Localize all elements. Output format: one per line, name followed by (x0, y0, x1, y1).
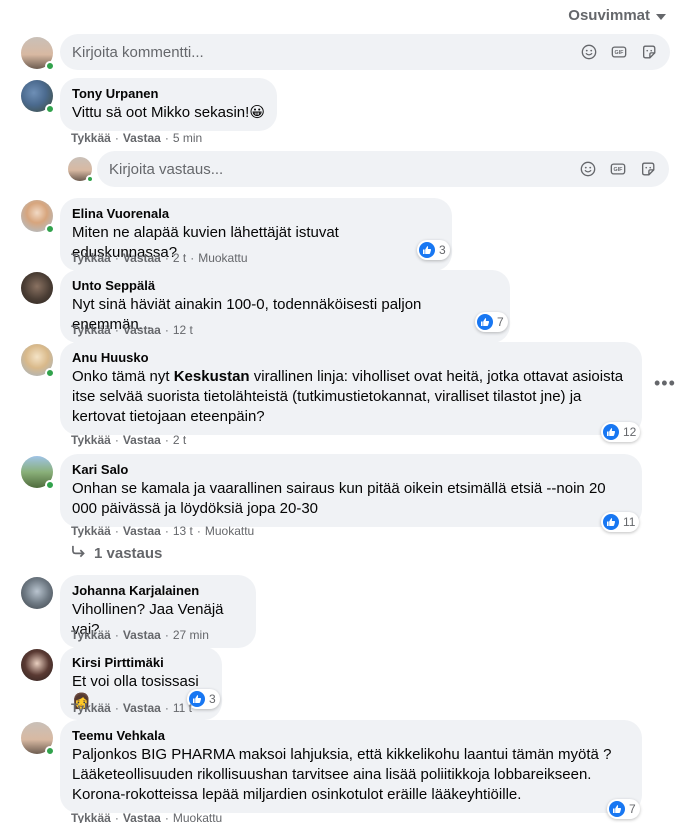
reaction-count[interactable]: 7 (475, 312, 508, 332)
reply-link[interactable]: Vastaa (123, 130, 161, 146)
comment-text: Vittu sä oot Mikko sekasin!😀 (72, 104, 265, 121)
timestamp[interactable]: 2 t (173, 432, 186, 448)
like-link[interactable]: Tykkää (71, 627, 111, 643)
view-replies-link[interactable]: 1 vastaus (71, 545, 162, 562)
comment-actions: Tykkää · Vastaa · 12 t (71, 322, 193, 338)
grin-emoji: 😀 (249, 104, 265, 121)
reaction-count[interactable]: 3 (417, 240, 450, 260)
reaction-count[interactable]: 7 (607, 799, 640, 819)
comment-text: Onhan se kamala ja vaarallinen sairaus k… (72, 480, 610, 517)
comment-actions: Tykkää · Vastaa · 13 t · Muokattu (71, 523, 255, 539)
comment-actions: Tykkää · Vastaa · Muokattu (71, 810, 222, 823)
avatar[interactable] (68, 157, 94, 183)
comment-actions: Tykkää · Vastaa · 2 t · Muokattu (71, 250, 248, 266)
avatar[interactable] (21, 577, 53, 609)
edited-label[interactable]: Muokattu (173, 810, 222, 823)
reply-link[interactable]: Vastaa (123, 250, 161, 266)
like-link[interactable]: Tykkää (71, 130, 111, 146)
thumbs-up-icon (609, 801, 625, 817)
comment-author[interactable]: Kari Salo (72, 462, 630, 478)
sort-label: Osuvimmat (568, 7, 650, 24)
reply-link[interactable]: Vastaa (123, 700, 161, 716)
reply-composer[interactable]: Kirjoita vastaus... GIF (97, 151, 669, 187)
reply-link[interactable]: Vastaa (123, 523, 161, 539)
comment-actions: Tykkää · Vastaa · 5 min (71, 130, 203, 146)
comment-author[interactable]: Tony Urpanen (72, 86, 265, 102)
comment-author[interactable]: Anu Huusko (72, 350, 630, 366)
reaction-count[interactable]: 11 (601, 512, 640, 532)
avatar[interactable] (21, 37, 55, 71)
sticker-icon[interactable] (639, 160, 657, 178)
comment-text: Onko tämä nyt Keskustan virallinen linja… (72, 368, 628, 425)
avatar[interactable] (21, 456, 55, 490)
reply-link[interactable]: Vastaa (123, 432, 161, 448)
online-indicator (45, 368, 55, 378)
like-link[interactable]: Tykkää (71, 523, 111, 539)
avatar[interactable] (21, 272, 53, 304)
emoji-icon[interactable] (579, 160, 597, 178)
comment-input[interactable]: Kirjoita kommentti... (72, 44, 580, 61)
comment-bubble: Teemu Vehkala Paljonkos BIG PHARMA makso… (60, 720, 642, 813)
thumbs-up-icon (603, 514, 619, 530)
like-link[interactable]: Tykkää (71, 700, 111, 716)
avatar[interactable] (21, 80, 55, 114)
caret-down-icon (656, 13, 666, 20)
comment-bubble: Tony Urpanen Vittu sä oot Mikko sekasin!… (60, 78, 277, 131)
comment-actions: Tykkää · Vastaa · 27 min (71, 627, 209, 643)
more-options-icon[interactable]: ••• (654, 373, 676, 394)
like-link[interactable]: Tykkää (71, 432, 111, 448)
online-indicator (86, 175, 94, 183)
timestamp[interactable]: 11 t (173, 700, 192, 716)
avatar[interactable] (21, 722, 55, 756)
comment-text: Paljonkos BIG PHARMA maksoi lahjuksia, e… (72, 746, 616, 803)
comment-author[interactable]: Teemu Vehkala (72, 728, 630, 744)
comment-author[interactable]: Kirsi Pirttimäki (72, 655, 210, 671)
timestamp[interactable]: 27 min (173, 627, 209, 643)
reaction-count[interactable]: 12 (601, 422, 641, 442)
mention-link[interactable]: Keskustan (174, 368, 250, 385)
emoji-icon[interactable] (580, 43, 598, 61)
thumbs-up-icon (477, 314, 493, 330)
timestamp[interactable]: 5 min (173, 130, 202, 146)
comment-actions: Tykkää · Vastaa · 2 t (71, 432, 187, 448)
avatar[interactable] (21, 200, 55, 234)
comment-bubble: Anu Huusko Onko tämä nyt Keskustan viral… (60, 342, 642, 435)
reply-link[interactable]: Vastaa (123, 810, 161, 823)
gif-icon[interactable]: GIF (609, 160, 627, 178)
edited-label[interactable]: Muokattu (205, 523, 254, 539)
timestamp[interactable]: 2 t (173, 250, 186, 266)
comment-author[interactable]: Unto Seppälä (72, 278, 498, 294)
reply-input[interactable]: Kirjoita vastaus... (109, 161, 579, 178)
sort-dropdown[interactable]: Osuvimmat (568, 7, 666, 24)
avatar[interactable] (21, 649, 53, 681)
gif-icon[interactable]: GIF (610, 43, 628, 61)
comment-author[interactable]: Elina Vuorenala (72, 206, 440, 222)
online-indicator (45, 480, 55, 490)
reply-arrow-icon (71, 545, 86, 562)
online-indicator (45, 104, 55, 114)
sticker-icon[interactable] (640, 43, 658, 61)
avatar[interactable] (21, 344, 55, 378)
like-link[interactable]: Tykkää (71, 322, 111, 338)
svg-text:GIF: GIF (615, 50, 625, 56)
online-indicator (45, 746, 55, 756)
comment-composer[interactable]: Kirjoita kommentti... GIF (60, 34, 670, 70)
like-link[interactable]: Tykkää (71, 810, 111, 823)
comment-bubble: Kari Salo Onhan se kamala ja vaarallinen… (60, 454, 642, 527)
comment-actions: Tykkää · Vastaa · 11 t (71, 700, 192, 716)
thumbs-up-icon (603, 424, 619, 440)
like-link[interactable]: Tykkää (71, 250, 111, 266)
timestamp[interactable]: 13 t (173, 523, 193, 539)
timestamp[interactable]: 12 t (173, 322, 193, 338)
svg-text:GIF: GIF (614, 167, 624, 173)
thumbs-up-icon (419, 242, 435, 258)
online-indicator (45, 224, 55, 234)
reply-link[interactable]: Vastaa (123, 627, 161, 643)
online-indicator (45, 61, 55, 71)
comment-author[interactable]: Johanna Karjalainen (72, 583, 244, 599)
reply-link[interactable]: Vastaa (123, 322, 161, 338)
edited-label[interactable]: Muokattu (198, 250, 247, 266)
